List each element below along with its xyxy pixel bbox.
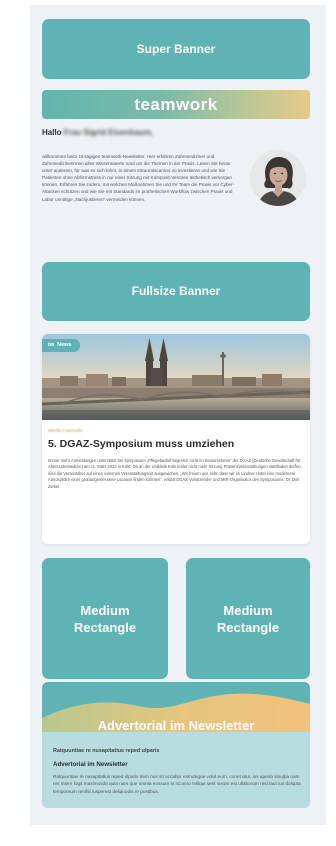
medium-rectangle-2[interactable]: Medium Rectangle bbox=[186, 558, 310, 679]
super-banner-label: Super Banner bbox=[136, 41, 216, 56]
advertorial-block[interactable]: Advertorial im Newsletter Ratquuntiae re… bbox=[42, 682, 310, 808]
greeting-salutation: Hallo bbox=[42, 128, 62, 137]
medium-rectangle-1[interactable]: Medium Rectangle bbox=[42, 558, 168, 679]
medium-rectangle-2-line1: Medium bbox=[223, 602, 273, 618]
teamwork-header-bar: teamwork bbox=[42, 90, 310, 119]
news-body: Immer mehr Anmeldungen unterstützt bei S… bbox=[48, 458, 302, 489]
cologne-skyline-photo bbox=[42, 334, 310, 420]
intro-text: willkommen beim 16-tägigen teamwork-News… bbox=[42, 154, 235, 202]
medium-rectangle-1-line1: Medium bbox=[80, 602, 130, 618]
advertorial-body: Ratquuntiae re nusapitatius reped ulpari… bbox=[53, 774, 301, 794]
news-title[interactable]: 5. DGAZ-Symposium muss umziehen bbox=[48, 438, 234, 450]
news-tag-label: News bbox=[57, 342, 72, 348]
medium-rectangle-2-line2: Rectangle bbox=[216, 619, 280, 635]
advertorial-title: Advertorial im Newsletter bbox=[97, 718, 255, 733]
medium-rectangle-1-line2: Rectangle bbox=[73, 619, 137, 635]
greeting: Hallo Frau Sigrid Eisenbaum, bbox=[42, 128, 153, 137]
fullsize-banner-label: Fullsize Banner bbox=[131, 284, 221, 298]
advertorial-subline: Ratquuntiae re nusapitatius reped ulpari… bbox=[53, 748, 160, 754]
author-portrait bbox=[250, 150, 306, 206]
news-card[interactable]: tw News Mirella Cammello 5. DGAZ-Symposiu… bbox=[42, 334, 310, 544]
news-tag-prefix: tw bbox=[48, 342, 55, 348]
news-author: Mirella Cammello bbox=[48, 428, 83, 433]
teamwork-logo: teamwork bbox=[134, 94, 218, 114]
greeting-name: Frau Sigrid Eisenbaum, bbox=[63, 128, 154, 137]
news-tag: tw News bbox=[42, 339, 80, 352]
portrait-image bbox=[250, 150, 306, 206]
super-banner[interactable]: Super Banner bbox=[42, 19, 310, 79]
advertorial-heading: Advertorial im Newsletter bbox=[53, 761, 128, 768]
advertorial-header: Advertorial im Newsletter bbox=[42, 682, 310, 733]
fullsize-banner[interactable]: Fullsize Banner bbox=[42, 262, 310, 321]
